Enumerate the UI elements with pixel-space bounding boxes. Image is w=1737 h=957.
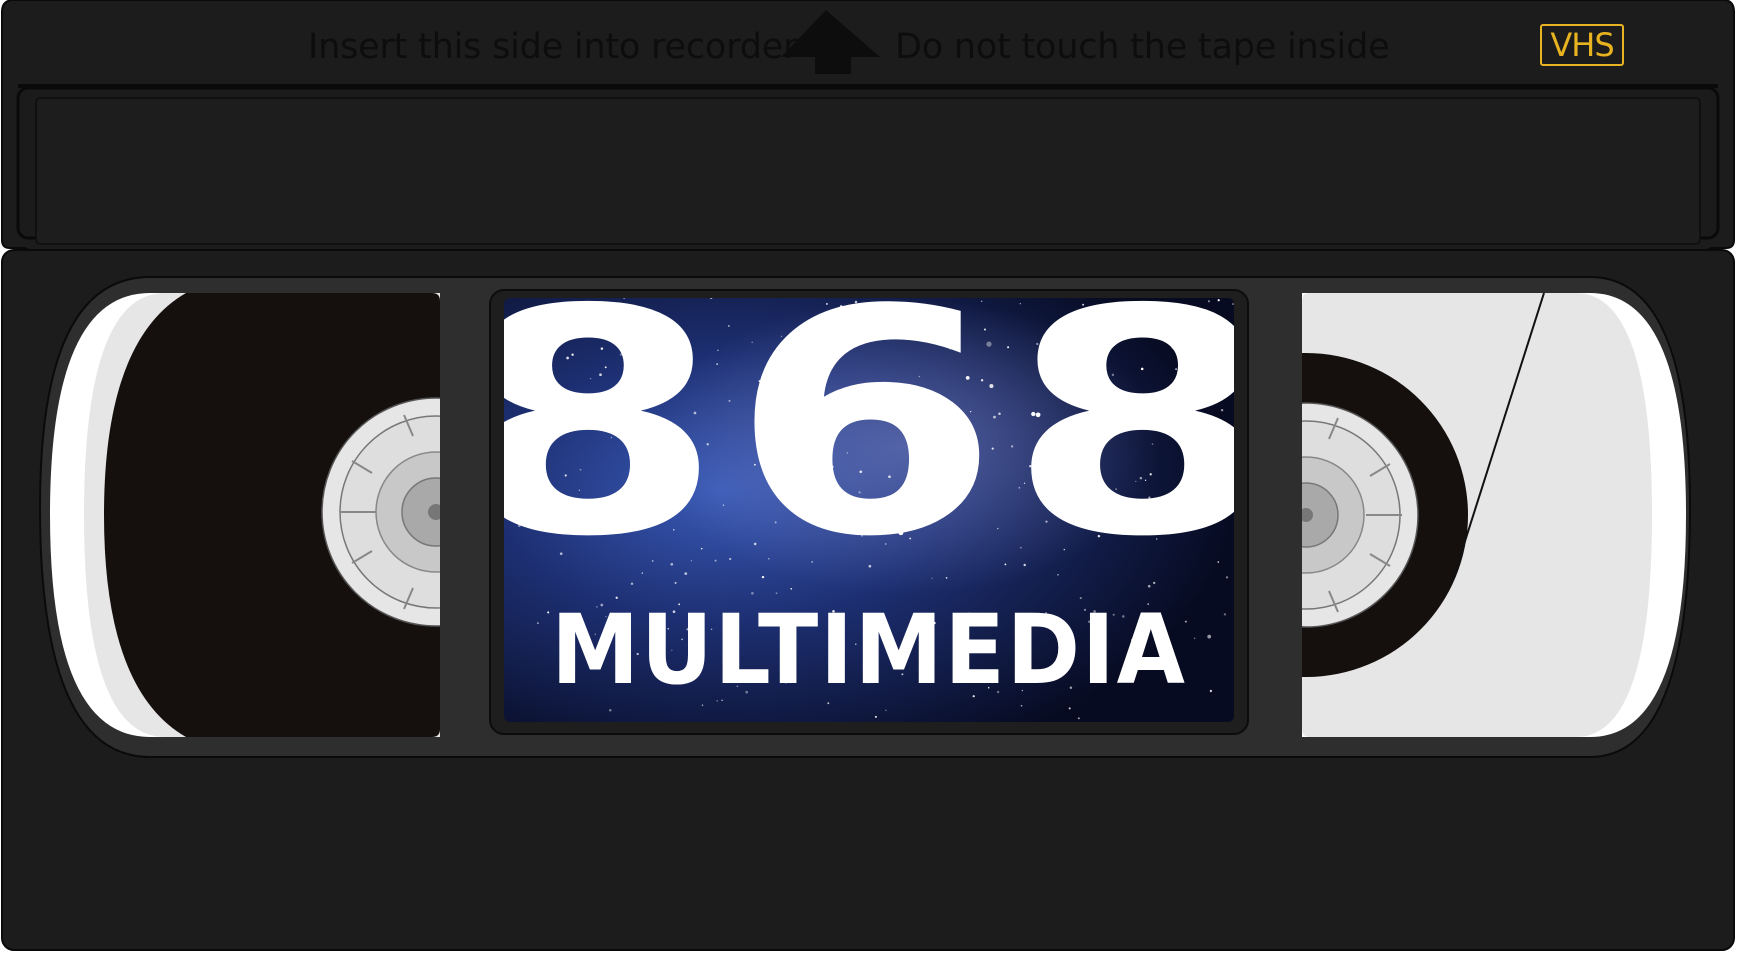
vhs-cassette: Insert this side into recorder Do not to… bbox=[0, 0, 1737, 952]
star bbox=[1223, 613, 1227, 616]
star bbox=[1077, 717, 1080, 720]
star bbox=[1068, 707, 1071, 710]
cassette-label: 868 MULTIMEDIA bbox=[504, 298, 1234, 722]
star bbox=[885, 709, 887, 711]
vhs-badge: VHS bbox=[1540, 24, 1624, 66]
star bbox=[1209, 689, 1213, 693]
star bbox=[609, 709, 612, 712]
star bbox=[1207, 634, 1212, 639]
insert-instruction: Insert this side into recorder bbox=[308, 27, 798, 67]
star bbox=[874, 715, 877, 718]
tape-warning: Do not touch the tape inside bbox=[895, 27, 1390, 67]
top-lid-inner bbox=[35, 97, 1701, 245]
label-number: 868 bbox=[504, 298, 1234, 605]
label-word: MULTIMEDIA bbox=[551, 594, 1187, 706]
